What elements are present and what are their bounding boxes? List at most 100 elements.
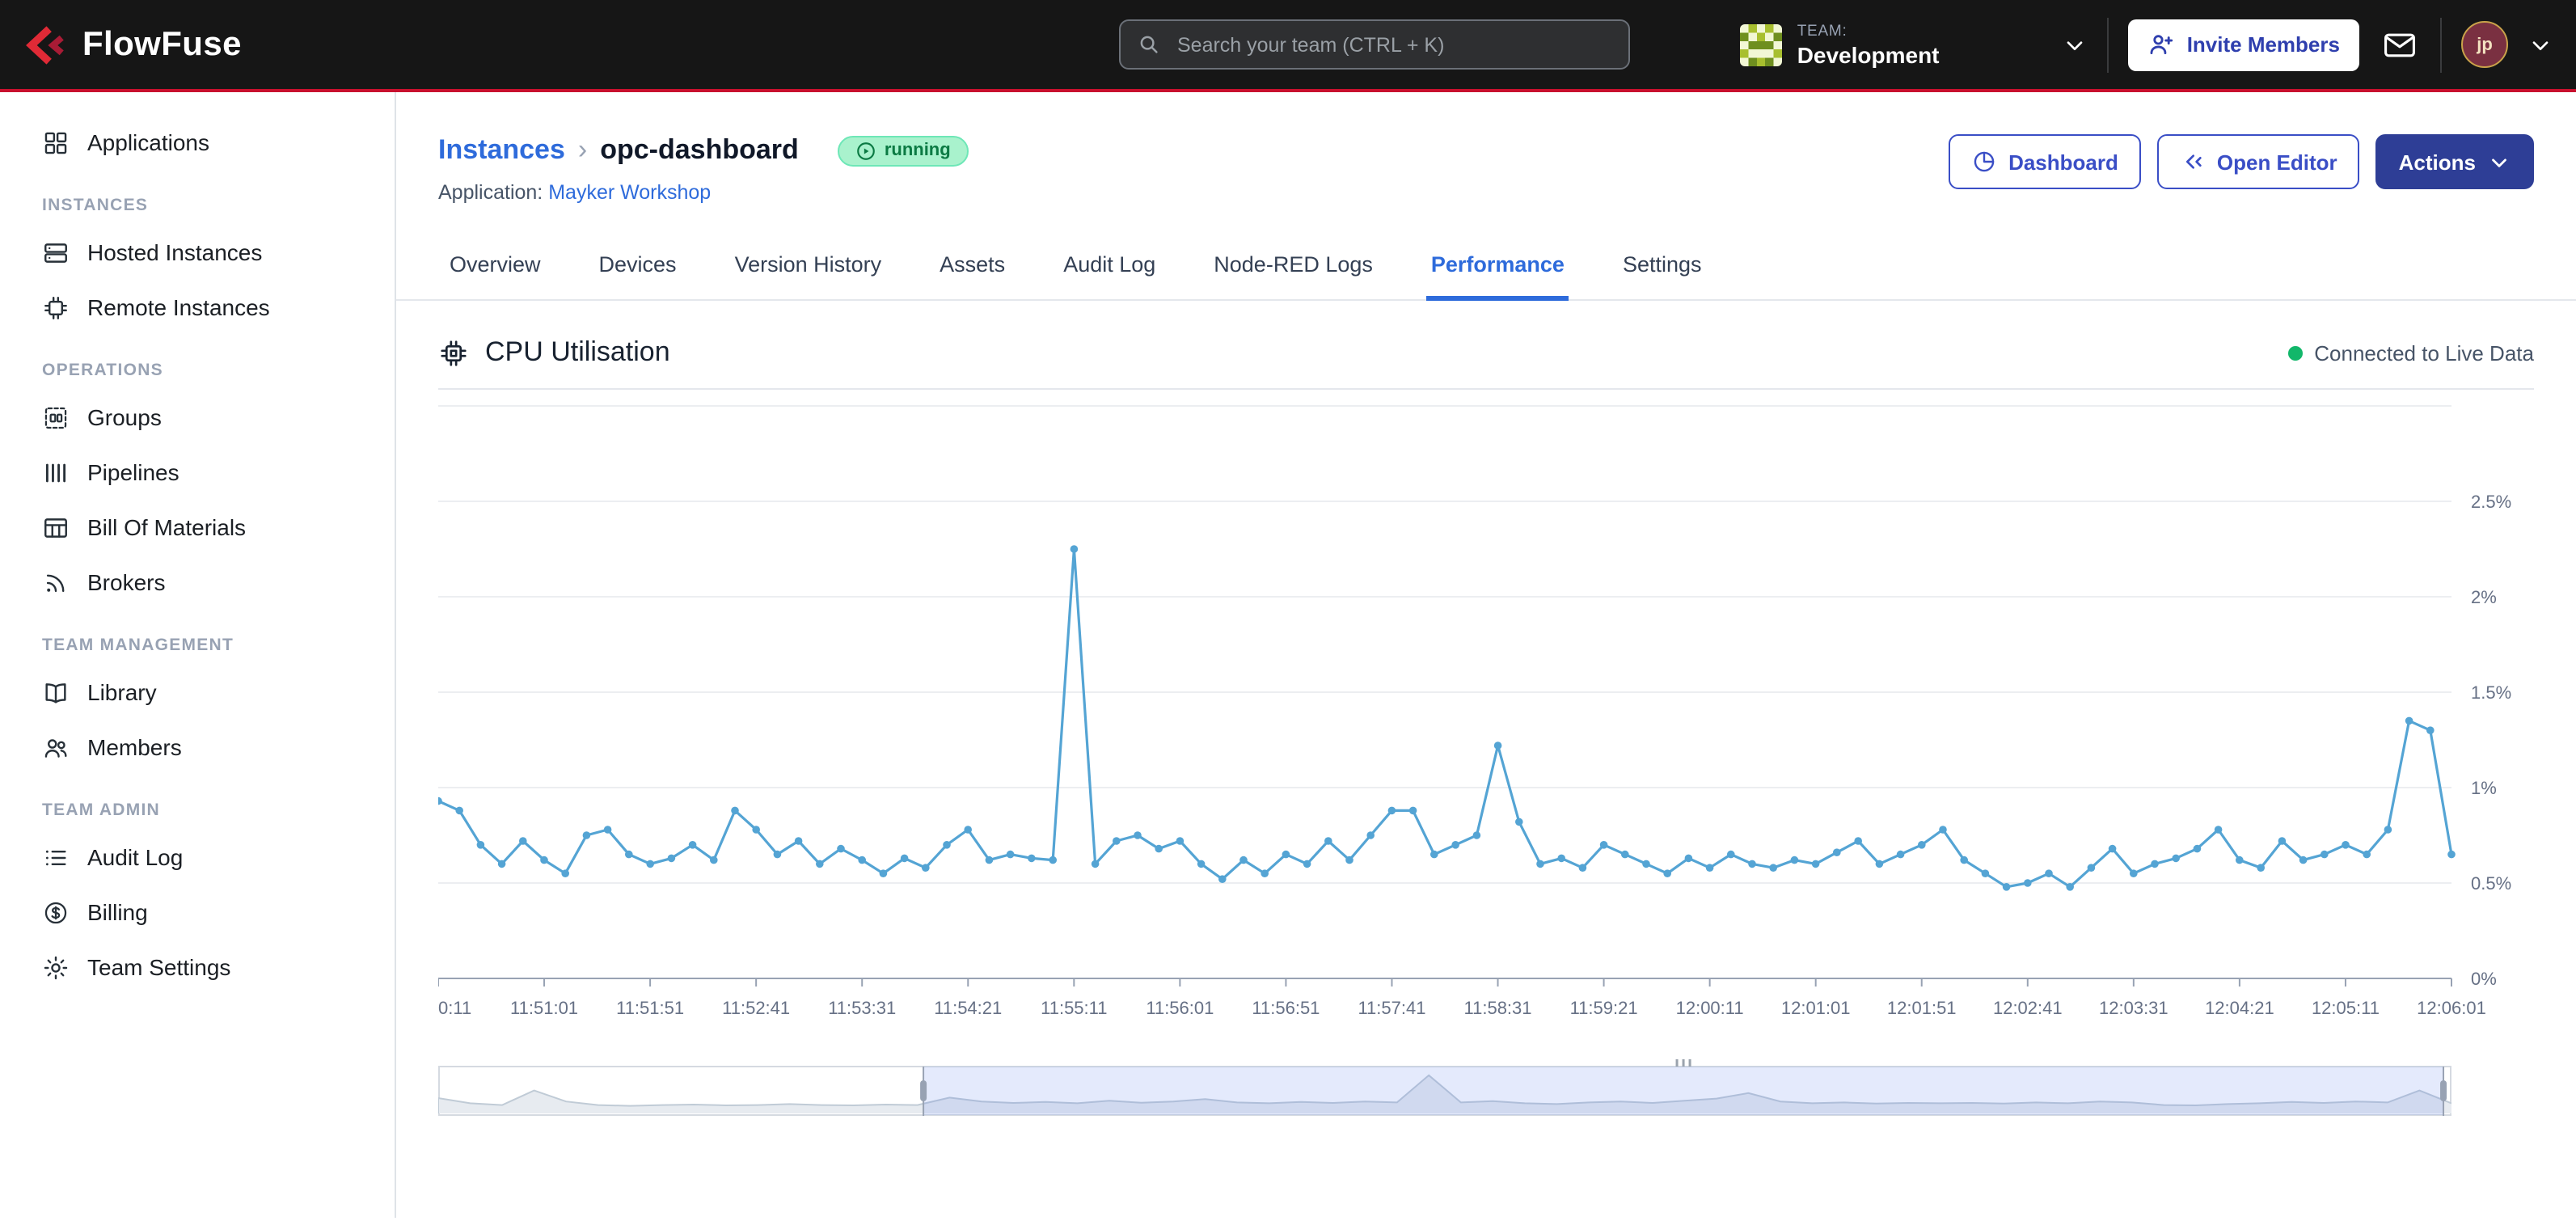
tab-assets[interactable]: Assets bbox=[935, 236, 1010, 301]
tab-settings[interactable]: Settings bbox=[1618, 236, 1707, 301]
object-group-icon bbox=[42, 403, 70, 431]
cpu-section-header: CPU Utilisation Connected to Live Data bbox=[438, 336, 2534, 390]
notifications-button[interactable] bbox=[2379, 23, 2421, 65]
sidebar-section-team-management: TEAM MANAGEMENT bbox=[0, 610, 395, 665]
actions-button-label: Actions bbox=[2399, 150, 2476, 174]
search-input[interactable] bbox=[1174, 32, 1612, 57]
header-divider bbox=[2108, 17, 2109, 72]
sidebar-item-label: Hosted Instances bbox=[87, 239, 262, 265]
user-menu-chevron-down-icon[interactable] bbox=[2527, 32, 2553, 57]
server-stack-icon bbox=[42, 239, 70, 266]
sidebar-item-label: Bill Of Materials bbox=[87, 514, 246, 540]
list-icon bbox=[42, 843, 70, 871]
sidebar-item-label: Pipelines bbox=[87, 459, 179, 485]
brand-name: FlowFuse bbox=[82, 25, 242, 64]
team-chevron-down-icon bbox=[2063, 32, 2088, 57]
tab-overview[interactable]: Overview bbox=[445, 236, 546, 301]
svg-text:12:06:01: 12:06:01 bbox=[2417, 998, 2486, 1018]
svg-text:0.5%: 0.5% bbox=[2471, 873, 2511, 894]
tab-devices[interactable]: Devices bbox=[594, 236, 682, 301]
search-icon bbox=[1137, 32, 1161, 57]
sidebar-item-team-settings[interactable]: Team Settings bbox=[0, 940, 395, 995]
pipeline-bars-icon bbox=[42, 458, 70, 486]
svg-text:11:56:01: 11:56:01 bbox=[1146, 998, 1214, 1018]
table-icon bbox=[42, 513, 70, 541]
instance-name: opc-dashboard bbox=[600, 134, 799, 167]
sidebar-item-label: Team Settings bbox=[87, 954, 230, 980]
svg-text:11:52:41: 11:52:41 bbox=[722, 998, 790, 1018]
sidebar-section-instances: INSTANCES bbox=[0, 170, 395, 225]
users-icon bbox=[42, 733, 70, 761]
sidebar-item-label: Remote Instances bbox=[87, 294, 270, 320]
book-open-icon bbox=[42, 678, 70, 706]
tab-audit-log[interactable]: Audit Log bbox=[1058, 236, 1160, 301]
flowfuse-app: FlowFuse TEAM: Development bbox=[0, 0, 2576, 1221]
svg-text:11:58:31: 11:58:31 bbox=[1464, 998, 1532, 1018]
sidebar-item-groups[interactable]: Groups bbox=[0, 390, 395, 445]
gear-icon bbox=[42, 953, 70, 981]
pie-chart-icon bbox=[1971, 149, 1997, 175]
status-badge: running bbox=[838, 135, 969, 166]
flowfuse-logo-icon bbox=[23, 23, 68, 65]
svg-text:1.5%: 1.5% bbox=[2471, 682, 2511, 703]
actions-button[interactable]: Actions bbox=[2376, 134, 2534, 189]
cpu-section-title: CPU Utilisation bbox=[485, 336, 670, 369]
chip-icon bbox=[42, 294, 70, 321]
play-circle-icon bbox=[855, 140, 876, 161]
cpu-utilisation-chart[interactable]: 0%0.5%1%1.5%2%2.5%11:50:1111:51:0111:51:… bbox=[438, 403, 2534, 1024]
svg-text:12:02:41: 12:02:41 bbox=[1993, 998, 2063, 1018]
application-link[interactable]: Mayker Workshop bbox=[548, 181, 711, 204]
invite-members-button[interactable]: Invite Members bbox=[2129, 19, 2359, 70]
sidebar-item-label: Library bbox=[87, 679, 157, 705]
team-meta: TEAM: Development bbox=[1797, 22, 2048, 67]
flowfuse-logo[interactable]: FlowFuse bbox=[23, 23, 242, 65]
svg-text:1%: 1% bbox=[2471, 778, 2497, 798]
header-divider bbox=[2440, 17, 2442, 72]
svg-text:2%: 2% bbox=[2471, 587, 2497, 607]
sidebar-section-operations: OPERATIONS bbox=[0, 335, 395, 390]
invite-members-label: Invite Members bbox=[2187, 32, 2340, 57]
main-content: Instances › opc-dashboard running Applic… bbox=[396, 92, 2576, 1218]
header-right-cluster: TEAM: Development Invite Members bbox=[1741, 17, 2553, 72]
svg-text:11:54:21: 11:54:21 bbox=[934, 998, 1002, 1018]
tab-performance[interactable]: Performance bbox=[1426, 236, 1569, 301]
sidebar-item-library[interactable]: Library bbox=[0, 665, 395, 720]
page-head-left: Instances › opc-dashboard running Applic… bbox=[438, 134, 969, 204]
sidebar-item-remote-instances[interactable]: Remote Instances bbox=[0, 280, 395, 335]
sidebar-item-pipelines[interactable]: Pipelines bbox=[0, 445, 395, 500]
dashboard-button[interactable]: Dashboard bbox=[1949, 134, 2141, 189]
sidebar-item-audit-log[interactable]: Audit Log bbox=[0, 830, 395, 885]
svg-text:11:51:01: 11:51:01 bbox=[510, 998, 578, 1018]
svg-text:11:56:51: 11:56:51 bbox=[1252, 998, 1320, 1018]
svg-text:0%: 0% bbox=[2471, 969, 2497, 989]
svg-text:12:01:51: 12:01:51 bbox=[1887, 998, 1957, 1018]
sidebar-item-bill-of-materials[interactable]: Bill Of Materials bbox=[0, 500, 395, 555]
svg-text:12:05:11: 12:05:11 bbox=[2312, 998, 2380, 1018]
tab-node-red-logs[interactable]: Node-RED Logs bbox=[1209, 236, 1378, 301]
svg-text:12:00:11: 12:00:11 bbox=[1676, 998, 1744, 1018]
team-selector[interactable]: TEAM: Development bbox=[1741, 22, 2088, 67]
svg-text:2.5%: 2.5% bbox=[2471, 492, 2511, 512]
sidebar-item-members[interactable]: Members bbox=[0, 720, 395, 775]
sidebar-item-hosted-instances[interactable]: Hosted Instances bbox=[0, 225, 395, 280]
sidebar-item-applications[interactable]: Applications bbox=[0, 115, 395, 170]
dollar-circle-icon bbox=[42, 898, 70, 926]
chart-range-navigator[interactable] bbox=[438, 1059, 2534, 1117]
sidebar-item-brokers[interactable]: Brokers bbox=[0, 555, 395, 610]
team-label: TEAM: bbox=[1797, 22, 2048, 40]
tab-version-history[interactable]: Version History bbox=[730, 236, 887, 301]
page-head-buttons: Dashboard Open Editor Actions bbox=[1949, 134, 2534, 189]
open-editor-button-label: Open Editor bbox=[2217, 150, 2337, 174]
open-editor-button[interactable]: Open Editor bbox=[2157, 134, 2360, 189]
sidebar-item-billing[interactable]: Billing bbox=[0, 885, 395, 940]
application-label: Application: bbox=[438, 181, 543, 204]
envelope-icon bbox=[2382, 27, 2418, 62]
live-status-dot bbox=[2288, 345, 2303, 360]
svg-text:12:04:21: 12:04:21 bbox=[2205, 998, 2274, 1018]
breadcrumb-instances-link[interactable]: Instances bbox=[438, 134, 565, 167]
top-navbar: FlowFuse TEAM: Development bbox=[0, 0, 2576, 92]
user-avatar[interactable]: jp bbox=[2461, 21, 2508, 68]
breadcrumb-separator: › bbox=[578, 134, 587, 167]
dashboard-button-label: Dashboard bbox=[2008, 150, 2118, 174]
applications-icon bbox=[42, 129, 70, 156]
